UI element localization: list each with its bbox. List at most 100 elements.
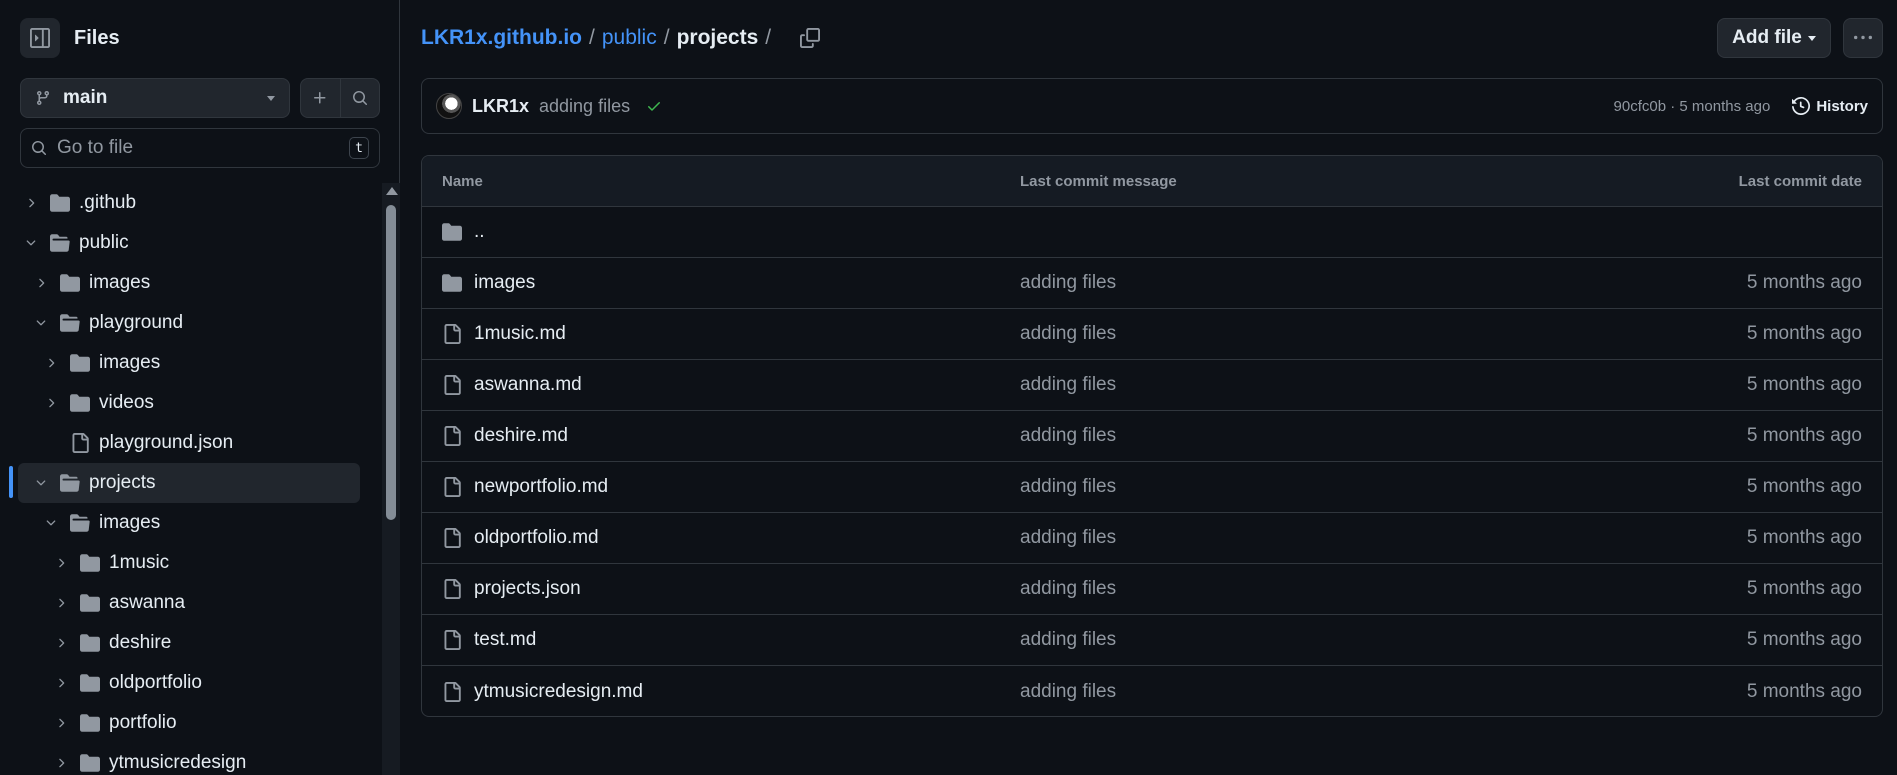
tree-item-file[interactable]: playground.json <box>0 423 360 463</box>
chevron-right-icon[interactable] <box>54 756 68 770</box>
commit-message-link[interactable]: adding files <box>1020 681 1116 703</box>
file-name-link[interactable]: deshire.md <box>474 425 568 447</box>
file-name-link[interactable]: newportfolio.md <box>474 476 608 498</box>
sidebar-toggle-button[interactable] <box>20 18 60 58</box>
commit-message-link[interactable]: adding files <box>539 96 630 117</box>
copy-icon <box>800 28 821 48</box>
file-icon <box>442 426 462 446</box>
commit-date: 5 months ago <box>1746 476 1862 497</box>
tree-item-folder[interactable]: oldportfolio <box>0 663 360 703</box>
tree-item-folder[interactable]: projects <box>18 463 360 503</box>
chevron-right-icon[interactable] <box>44 356 58 370</box>
chevron-down-icon[interactable] <box>24 236 38 250</box>
tree-item-label: images <box>89 272 151 293</box>
chevron-down-icon[interactable] <box>44 516 58 530</box>
chevron-right-icon[interactable] <box>54 596 68 610</box>
chevron-right-icon[interactable] <box>54 676 68 690</box>
tree-item-folder[interactable]: playground <box>0 303 360 343</box>
chevron-right-icon[interactable] <box>54 636 68 650</box>
commit-message-link[interactable]: adding files <box>1020 272 1116 294</box>
table-row[interactable]: images adding files 5 months ago <box>422 258 1882 309</box>
check-icon[interactable] <box>646 98 662 114</box>
commit-message-link[interactable]: adding files <box>1020 527 1116 549</box>
sidebar-scrollbar[interactable] <box>382 183 400 775</box>
tree-item-folder[interactable]: 1music <box>0 543 360 583</box>
column-header-name: Name <box>442 172 483 190</box>
scroll-up-arrow-icon[interactable] <box>386 187 398 195</box>
breadcrumb-public-link[interactable]: public <box>602 26 657 50</box>
commit-message-link[interactable]: adding files <box>1020 323 1116 345</box>
commit-message-link[interactable]: adding files <box>1020 476 1116 498</box>
search-icon <box>352 91 367 106</box>
folder-open-icon <box>60 313 80 333</box>
breadcrumb: LKR1x.github.io / public / projects / <box>421 26 821 50</box>
tree-item-folder[interactable]: images <box>0 343 360 383</box>
table-header: Name Last commit message Last commit dat… <box>422 156 1882 207</box>
chevron-down-icon[interactable] <box>34 316 48 330</box>
file-name-link[interactable]: ytmusicredesign.md <box>474 681 643 703</box>
breadcrumb-repo-link[interactable]: LKR1x.github.io <box>421 26 582 50</box>
add-file-button[interactable] <box>301 79 340 117</box>
commit-message-link[interactable]: adding files <box>1020 425 1116 447</box>
tree-item-folder[interactable]: deshire <box>0 623 360 663</box>
history-label: History <box>1816 97 1868 115</box>
breadcrumb-separator: / <box>765 26 772 49</box>
search-code-button[interactable] <box>339 79 380 117</box>
commit-author-link[interactable]: LKR1x <box>472 96 529 117</box>
file-name-link[interactable]: aswanna.md <box>474 374 582 396</box>
scrollbar-thumb[interactable] <box>386 205 396 520</box>
file-name-link[interactable]: 1music.md <box>474 323 566 345</box>
tree-item-folder[interactable]: images <box>0 263 360 303</box>
breadcrumb-current: projects <box>676 26 759 49</box>
tree-item-folder[interactable]: videos <box>0 383 360 423</box>
go-to-file-input[interactable] <box>57 137 349 159</box>
avatar[interactable] <box>436 93 462 119</box>
chevron-right-icon[interactable] <box>24 196 38 210</box>
table-row[interactable]: oldportfolio.md adding files 5 months ago <box>422 513 1882 564</box>
commit-hash-and-time[interactable]: 90cfc0b · 5 months ago <box>1614 98 1771 115</box>
tree-item-folder[interactable]: images <box>0 503 360 543</box>
tree-item-folder[interactable]: portfolio <box>0 703 360 743</box>
table-row[interactable]: .. <box>422 207 1882 258</box>
table-row[interactable]: newportfolio.md adding files 5 months ago <box>422 462 1882 513</box>
file-name-link[interactable]: projects.json <box>474 578 581 600</box>
tree-item-label: playground.json <box>99 432 234 453</box>
file-tree-sidebar: Files main t .github public images playgrou… <box>0 0 400 775</box>
commit-date: 5 months ago <box>1746 578 1862 599</box>
tree-item-folder[interactable]: aswanna <box>0 583 360 623</box>
folder-icon <box>442 222 462 242</box>
copy-path-button[interactable] <box>800 28 821 48</box>
breadcrumb-separator: / <box>663 26 670 49</box>
keyboard-shortcut-hint: t <box>349 137 369 159</box>
commit-message-link[interactable]: adding files <box>1020 629 1116 651</box>
commit-message-link[interactable]: adding files <box>1020 374 1116 396</box>
tree-item-folder[interactable]: public <box>0 223 360 263</box>
chevron-down-icon[interactable] <box>34 476 48 490</box>
add-file-dropdown-button[interactable]: Add file <box>1717 18 1831 58</box>
commit-message-link[interactable]: adding files <box>1020 578 1116 600</box>
table-row[interactable]: test.md adding files 5 months ago <box>422 615 1882 666</box>
chevron-right-icon[interactable] <box>44 396 58 410</box>
tree-item-label: videos <box>99 392 154 413</box>
more-options-button[interactable] <box>1843 18 1883 58</box>
chevron-right-icon[interactable] <box>54 716 68 730</box>
folder-icon <box>80 753 100 773</box>
table-row[interactable]: 1music.md adding files 5 months ago <box>422 309 1882 360</box>
chevron-right-icon[interactable] <box>54 556 68 570</box>
table-row[interactable]: ytmusicredesign.md adding files 5 months a… <box>422 666 1882 716</box>
go-to-file-field[interactable]: t <box>20 128 380 168</box>
history-button[interactable]: History <box>1792 97 1868 115</box>
kebab-horizontal-icon <box>1854 35 1872 40</box>
commit-date: 5 months ago <box>1746 272 1862 293</box>
file-name-link[interactable]: oldportfolio.md <box>474 527 599 549</box>
branch-selector-button[interactable]: main <box>20 78 290 118</box>
table-row[interactable]: projects.json adding files 5 months ago <box>422 564 1882 615</box>
table-row[interactable]: aswanna.md adding files 5 months ago <box>422 360 1882 411</box>
parent-directory-link[interactable]: .. <box>474 221 485 243</box>
file-name-link[interactable]: images <box>474 272 535 294</box>
tree-item-folder[interactable]: .github <box>0 183 360 223</box>
tree-item-folder[interactable]: ytmusicredesign <box>0 743 360 775</box>
table-row[interactable]: deshire.md adding files 5 months ago <box>422 411 1882 462</box>
chevron-right-icon[interactable] <box>34 276 48 290</box>
file-name-link[interactable]: test.md <box>474 629 536 651</box>
